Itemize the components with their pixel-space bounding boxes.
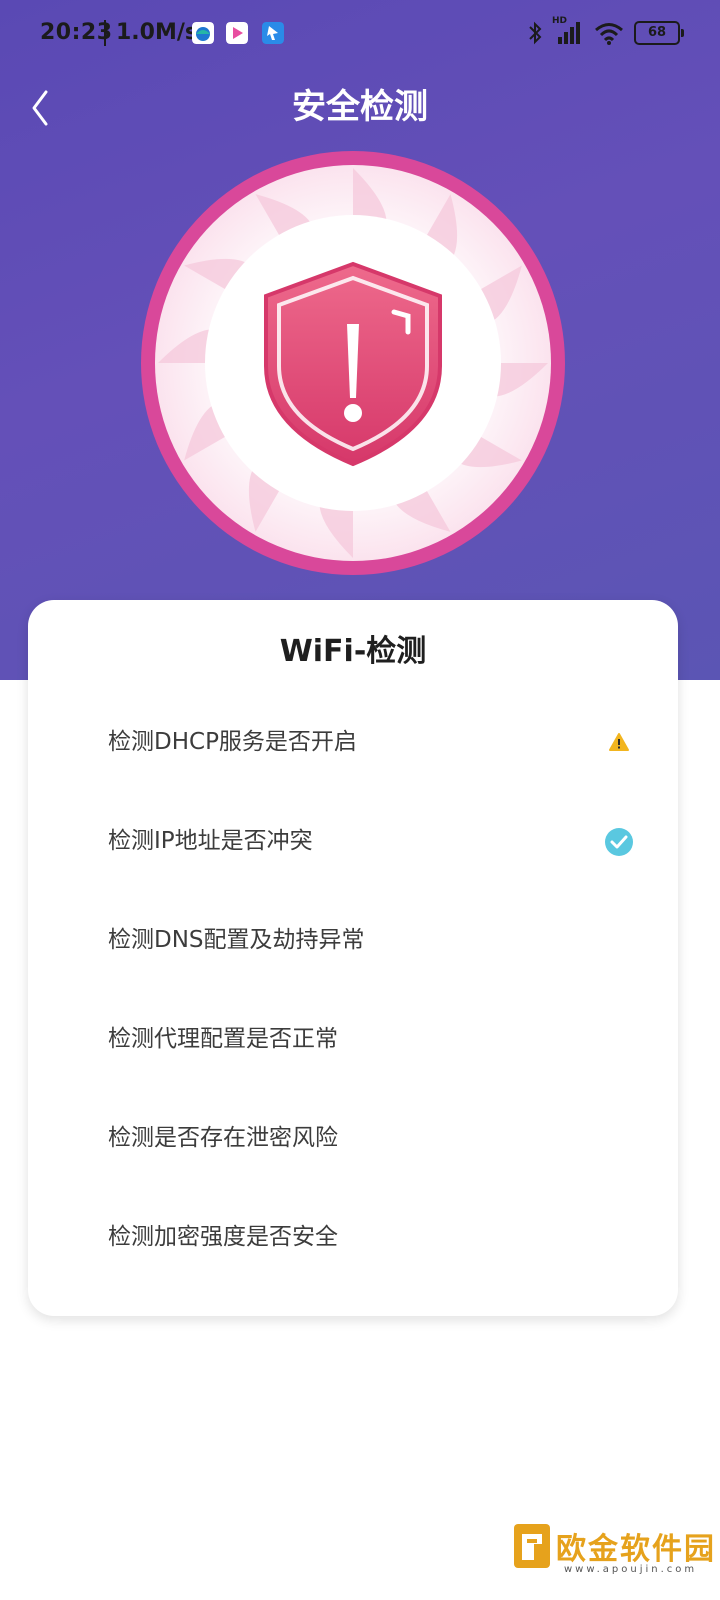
- bluetooth-icon: [529, 21, 542, 45]
- check-item-dns: 检测DNS配置及劫持异常: [28, 905, 678, 975]
- watermark-logo-icon: [514, 1524, 550, 1568]
- network-speed: 1.0M/s: [116, 20, 198, 45]
- check-item-dhcp: 检测DHCP服务是否开启: [28, 707, 678, 777]
- check-circle-icon: [605, 828, 633, 856]
- wifi-icon: [595, 23, 623, 45]
- watermark-url: www.apoujin.com: [564, 1564, 698, 1575]
- status-bar: 20:23 1.0M/s HD 68: [0, 0, 720, 70]
- watermark-text: 欧金软件园: [556, 1532, 716, 1567]
- check-item-label: 检测DHCP服务是否开启: [108, 729, 357, 755]
- check-item-proxy: 检测代理配置是否正常: [28, 1004, 678, 1074]
- notification-app-icon: [192, 22, 214, 44]
- battery-indicator: 68: [634, 21, 684, 45]
- site-watermark: 欧金软件园 www.apoujin.com: [508, 1520, 714, 1584]
- play-store-icon: [226, 22, 248, 44]
- check-item-label: 检测是否存在泄密风险: [108, 1125, 338, 1151]
- cell-signal-icon: HD: [552, 16, 584, 46]
- warning-icon: [609, 733, 629, 751]
- card-title: WiFi-检测: [279, 634, 427, 669]
- status-separator: [104, 20, 106, 46]
- location-app-icon: [262, 22, 284, 44]
- check-item-label: 检测IP地址是否冲突: [108, 828, 313, 854]
- wifi-check-card: WiFi-检测 检测DHCP服务是否开启 检测IP地址是否冲突 检测DNS配置及…: [28, 600, 678, 1316]
- check-item-ip: 检测IP地址是否冲突: [28, 806, 678, 876]
- check-item-label: 检测加密强度是否安全: [108, 1224, 338, 1250]
- check-item-leak: 检测是否存在泄密风险: [28, 1103, 678, 1173]
- check-item-label: 检测代理配置是否正常: [108, 1026, 338, 1052]
- security-shield-graphic: [141, 151, 565, 575]
- status-time: 20:23: [40, 20, 113, 45]
- check-item-label: 检测DNS配置及劫持异常: [108, 927, 365, 953]
- page-title: 安全检测: [292, 87, 428, 127]
- check-item-encryption: 检测加密强度是否安全: [28, 1202, 678, 1272]
- system-status-icons: HD 68: [528, 16, 684, 48]
